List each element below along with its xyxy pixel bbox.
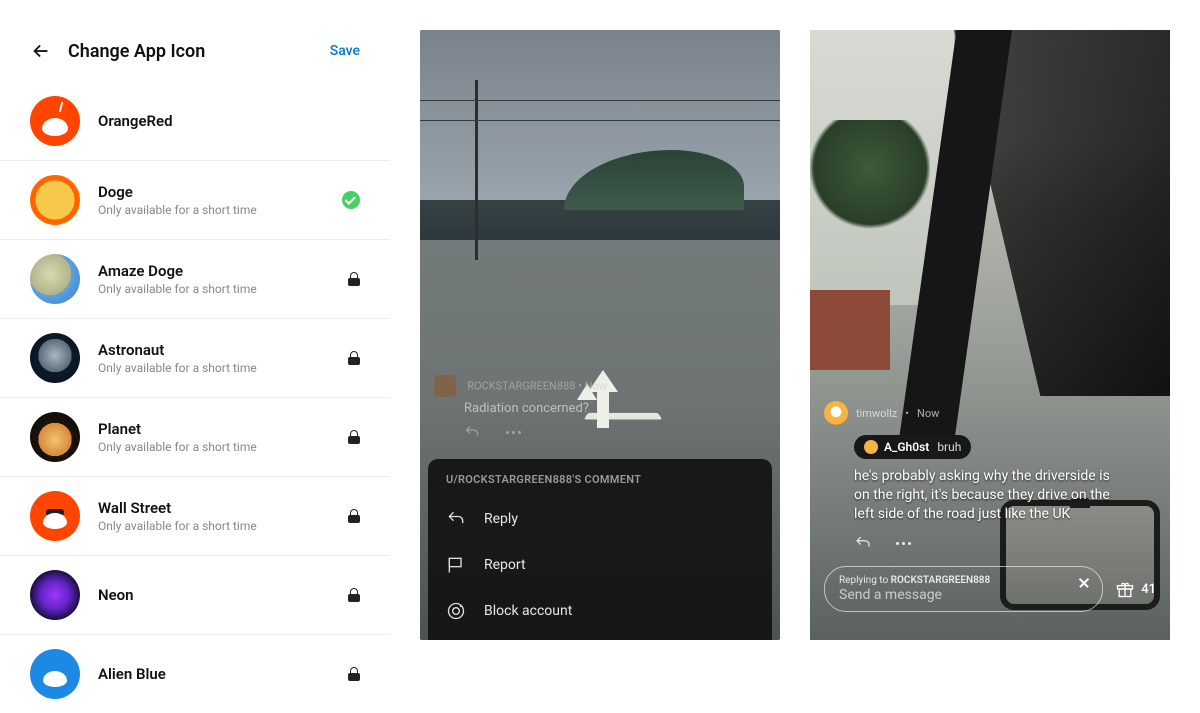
lock-icon (348, 272, 360, 286)
lock-icon (348, 509, 360, 523)
wallstreet-icon (30, 491, 80, 541)
comment-actions-screen: ROCKSTARGREEN888 • Now Radiation concern… (420, 30, 780, 640)
more-icon[interactable] (896, 534, 911, 552)
page-title: Change App Icon (68, 41, 314, 62)
replying-to-label: Replying to ROCKSTARGREEN888 (839, 575, 1066, 586)
save-button[interactable]: Save (330, 43, 360, 59)
planet-icon (30, 412, 80, 462)
comment-meta: timwollz • Now (824, 401, 1156, 425)
flag-icon (446, 555, 466, 575)
icon-option-doge[interactable]: Doge Only available for a short time (0, 161, 390, 240)
reply-screen: timwollz • Now A_Gh0st bruh he's probabl… (810, 30, 1170, 640)
icon-option-label: Amaze Doge (98, 262, 330, 280)
doge-icon (30, 175, 80, 225)
comment-body: Radiation concerned? (464, 401, 766, 416)
orangered-icon (30, 96, 80, 146)
reply-icon (446, 509, 466, 529)
selected-check-icon (342, 191, 360, 209)
comment-avatar (824, 401, 848, 425)
icon-option-astronaut[interactable]: Astronaut Only available for a short time (0, 319, 390, 398)
astronaut-icon (30, 333, 80, 383)
block-icon (446, 601, 466, 621)
icon-option-wallstreet[interactable]: Wall Street Only available for a short ti… (0, 477, 390, 556)
action-sheet: U/ROCKSTARGREEN888'S COMMENT Reply Report… (428, 459, 772, 640)
badge-avatar-icon (864, 440, 878, 454)
quoted-user-badge[interactable]: A_Gh0st bruh (854, 435, 971, 459)
floating-comment: ROCKSTARGREEN888 • Now Radiation concern… (434, 375, 766, 440)
comment-inline-actions (464, 424, 766, 440)
comment-inline-actions (854, 534, 1156, 552)
action-label: Report (484, 557, 526, 573)
comment-body: he's probably asking why the driverside … (854, 467, 1114, 524)
icon-option-planet[interactable]: Planet Only available for a short time (0, 398, 390, 477)
alienblue-icon (30, 649, 80, 699)
icon-option-label: OrangeRed (98, 112, 360, 130)
icon-option-label: Wall Street (98, 499, 330, 517)
icon-option-subtext: Only available for a short time (98, 282, 330, 296)
reply-action[interactable]: Reply (428, 496, 772, 542)
icon-option-alienblue[interactable]: Alien Blue (0, 635, 390, 713)
icon-option-subtext: Only available for a short time (98, 361, 330, 375)
comment-avatar (434, 375, 456, 397)
icon-option-subtext: Only available for a short time (98, 440, 330, 454)
change-app-icon-screen: Change App Icon Save OrangeRed Doge Only a… (0, 0, 390, 640)
award-button[interactable]: 41 (1115, 579, 1156, 599)
icon-option-label: Doge (98, 183, 324, 201)
back-arrow-icon[interactable] (30, 40, 52, 62)
close-icon[interactable] (1078, 577, 1090, 589)
amazedoge-icon (30, 254, 80, 304)
icon-option-subtext: Only available for a short time (98, 519, 330, 533)
reply-arrow-icon[interactable] (854, 534, 872, 552)
lock-icon (348, 351, 360, 365)
settings-header: Change App Icon Save (0, 30, 390, 82)
action-sheet-header: U/ROCKSTARGREEN888'S COMMENT (428, 459, 772, 496)
comment-meta: ROCKSTARGREEN888 • Now (467, 379, 607, 392)
more-icon[interactable] (506, 424, 521, 440)
icon-option-subtext: Only available for a short time (98, 203, 324, 217)
icon-option-label: Neon (98, 586, 330, 604)
icon-option-label: Alien Blue (98, 665, 330, 683)
icon-option-label: Astronaut (98, 341, 330, 359)
lock-icon (348, 430, 360, 444)
action-label: Block account (484, 603, 572, 619)
neon-icon (30, 570, 80, 620)
lock-icon (348, 588, 360, 602)
award-count: 41 (1141, 582, 1156, 597)
icon-option-label: Planet (98, 420, 330, 438)
block-action[interactable]: Block account (428, 588, 772, 634)
reply-arrow-icon[interactable] (464, 424, 480, 440)
message-input[interactable]: Replying to ROCKSTARGREEN888 Send a mess… (824, 566, 1103, 612)
report-action[interactable]: Report (428, 542, 772, 588)
action-label: Reply (484, 511, 518, 527)
icon-option-neon[interactable]: Neon (0, 556, 390, 635)
icon-option-orangered[interactable]: OrangeRed (0, 82, 390, 161)
lock-icon (348, 667, 360, 681)
icon-option-amazedoge[interactable]: Amaze Doge Only available for a short tim… (0, 240, 390, 319)
message-placeholder: Send a message (839, 587, 1066, 603)
icon-list: OrangeRed Doge Only available for a short … (0, 82, 390, 713)
gift-icon (1115, 579, 1135, 599)
